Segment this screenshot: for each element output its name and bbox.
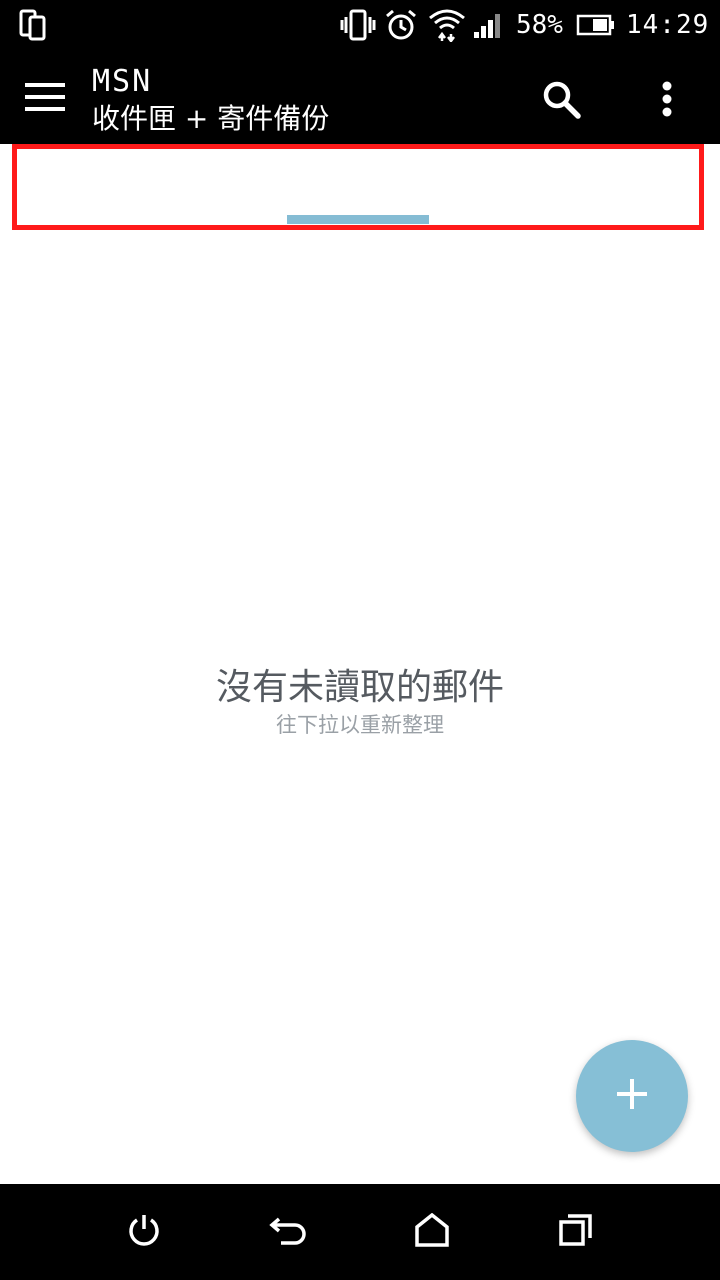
status-bar: 58% 14:29 <box>0 0 720 50</box>
wifi-icon <box>428 8 466 44</box>
back-button[interactable] <box>264 1208 312 1256</box>
screen-rotate-icon <box>18 8 52 42</box>
status-clock: 14:29 <box>626 10 710 40</box>
loading-progress-bar <box>287 215 429 224</box>
battery-icon <box>576 8 616 42</box>
power-button[interactable] <box>120 1208 168 1256</box>
home-button[interactable] <box>408 1208 456 1256</box>
search-icon <box>541 79 581 123</box>
recents-icon <box>558 1213 594 1251</box>
home-icon <box>414 1212 450 1251</box>
alarm-icon <box>384 8 418 42</box>
recents-button[interactable] <box>552 1208 600 1256</box>
battery-percent: 58% <box>516 10 563 40</box>
highlight-box <box>12 144 704 230</box>
overflow-menu-button[interactable] <box>644 76 690 126</box>
app-bar: MSN 收件匣 + 寄件備份 <box>0 50 720 144</box>
compose-fab[interactable] <box>576 1040 688 1152</box>
folder-subtitle: 收件匣 + 寄件備份 <box>92 102 330 135</box>
vibrate-icon <box>340 8 376 42</box>
menu-button[interactable] <box>18 72 72 126</box>
account-title: MSN <box>92 64 153 99</box>
signal-icon <box>472 8 506 42</box>
nav-bar <box>0 1184 720 1280</box>
empty-state-hint: 往下拉以重新整理 <box>276 713 444 737</box>
screen: 58% 14:29 MSN 收件匣 + 寄件備份 沒有未讀取的郵件 往下拉以重新… <box>0 0 720 1280</box>
back-icon <box>269 1213 307 1251</box>
menu-icon <box>25 82 65 116</box>
empty-state-title: 沒有未讀取的郵件 <box>215 667 504 708</box>
plus-icon <box>615 1077 649 1115</box>
power-icon <box>126 1212 162 1252</box>
more-vert-icon <box>661 81 673 121</box>
search-button[interactable] <box>536 76 586 126</box>
title-block[interactable]: MSN 收件匣 + 寄件備份 <box>92 64 329 138</box>
